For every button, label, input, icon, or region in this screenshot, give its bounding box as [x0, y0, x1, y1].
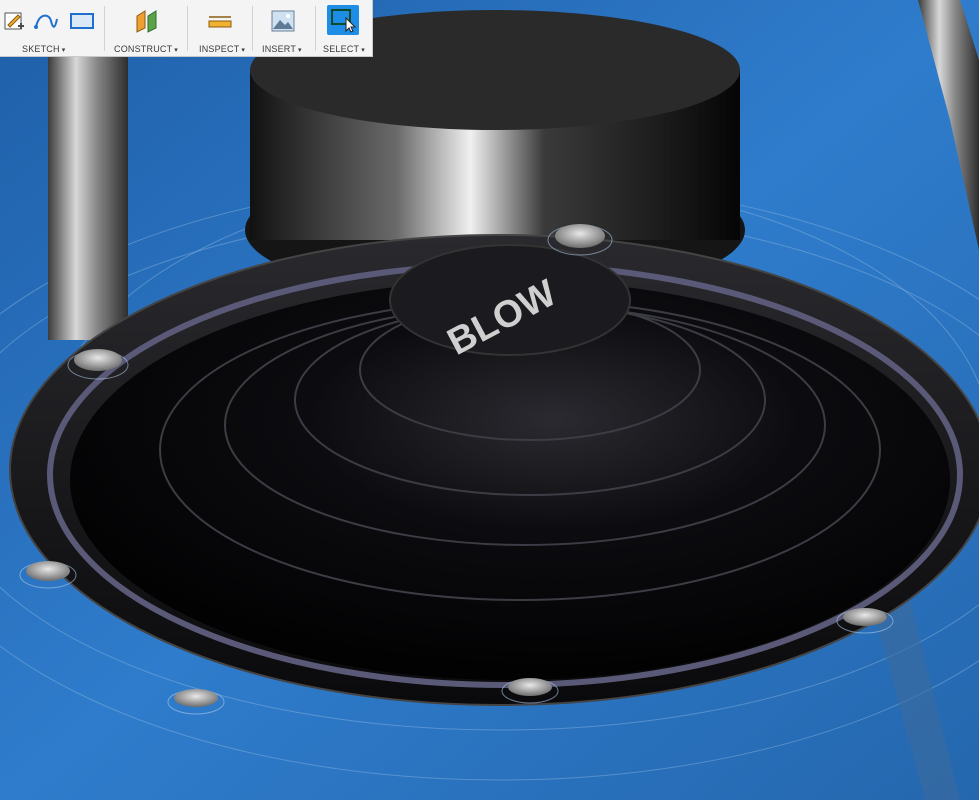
toolbar-group-label-sketch[interactable]: SKETCH ▾	[22, 44, 65, 54]
toolbar-group-label-construct[interactable]: CONSTRUCT ▾	[114, 44, 178, 54]
offset-plane-icon[interactable]	[133, 7, 161, 35]
window-select-icon[interactable]	[327, 5, 359, 35]
toolbar-group-label-inspect[interactable]: INSPECT ▾	[199, 44, 245, 54]
spline-icon[interactable]	[32, 7, 60, 35]
create-sketch-icon[interactable]	[0, 7, 28, 35]
toolbar-group-construct: CONSTRUCT ▾	[105, 0, 187, 57]
rod-left	[48, 40, 128, 340]
toolbar-group-sketch: SKETCH ▾	[0, 0, 104, 57]
toolbar-group-label-insert[interactable]: INSERT ▾	[262, 44, 302, 54]
rectangle-icon[interactable]	[68, 7, 96, 35]
design-toolbar: SKETCH ▾ CONSTRUCT ▾ INSPECT ▾ INSERT ▾ …	[0, 0, 373, 57]
toolbar-group-insert: INSERT ▾	[253, 0, 315, 57]
model-viewport[interactable]: BLOW	[0, 0, 979, 800]
toolbar-group-inspect: INSPECT ▾	[188, 0, 252, 57]
toolbar-group-select: SELECT ▾	[316, 0, 372, 57]
insert-image-icon[interactable]	[269, 7, 297, 35]
measure-icon[interactable]	[206, 7, 234, 35]
toolbar-group-label-select[interactable]: SELECT ▾	[323, 44, 365, 54]
